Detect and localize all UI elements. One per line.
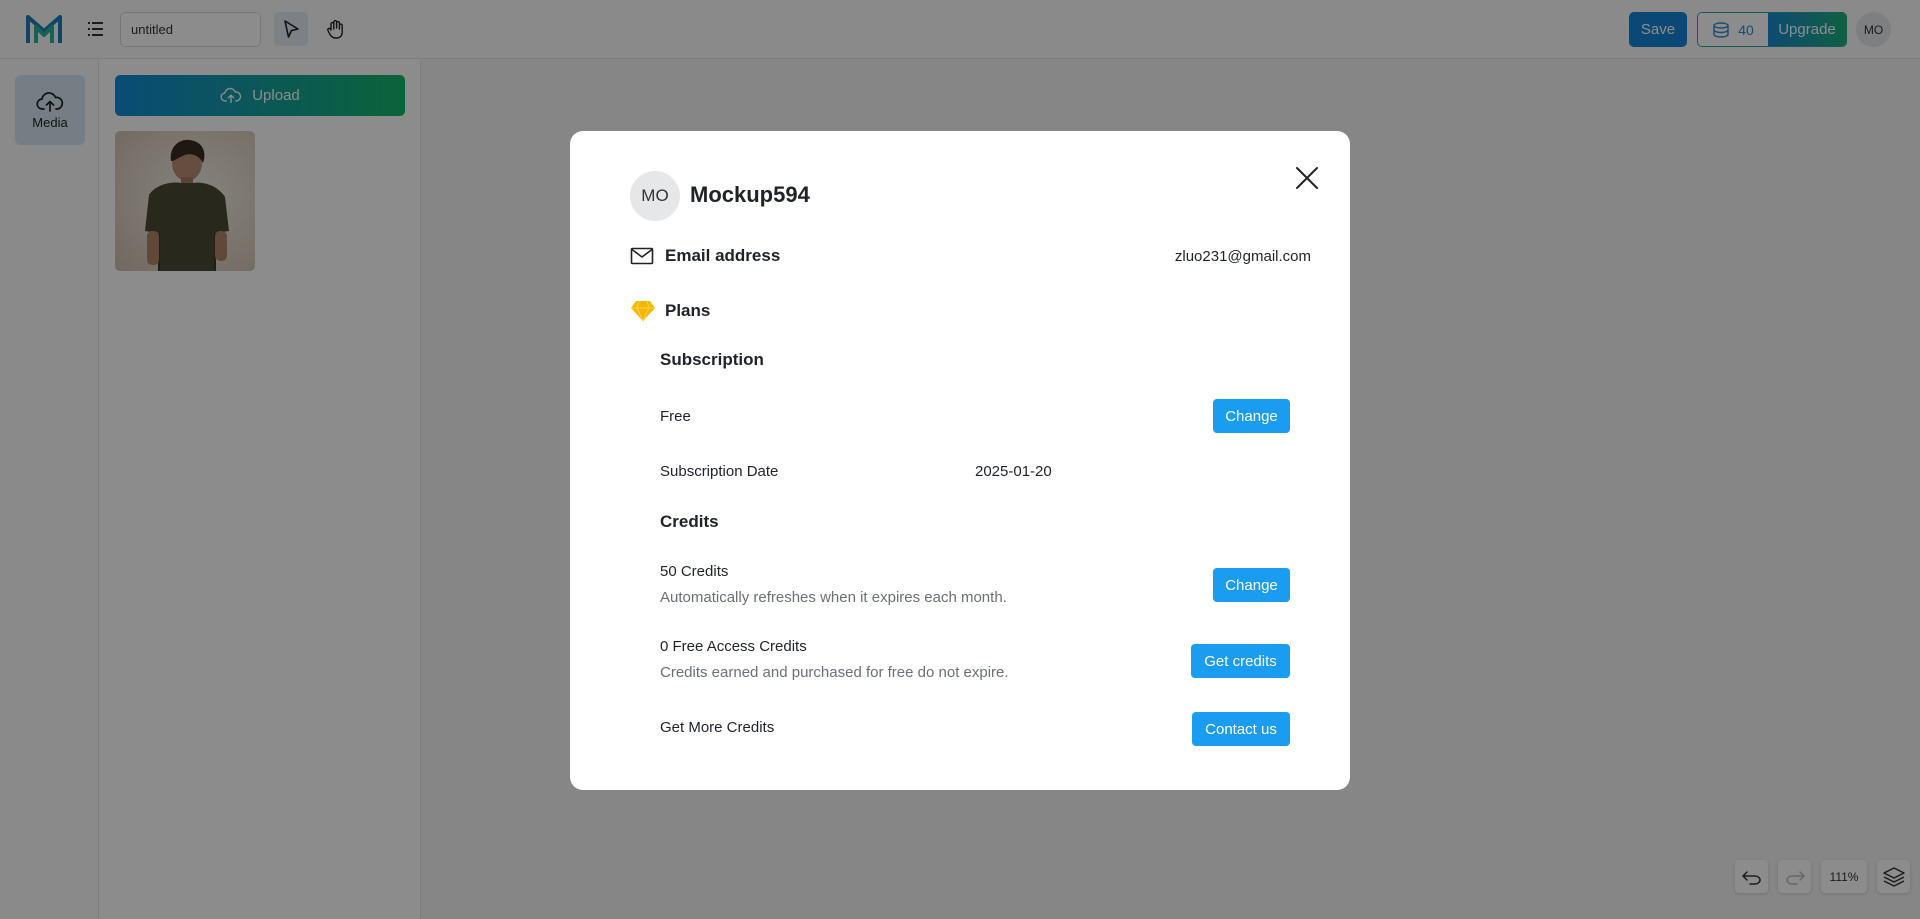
diamond-icon [631,300,655,323]
account-modal: MO Mockup594 Email address zluo231@gmail… [570,131,1350,790]
email-label: Email address [665,246,781,265]
more-credits-label: Get More Credits [660,719,775,736]
email-value: zluo231@gmail.com [1174,248,1311,265]
free-credits: 0 Free Access Credits [660,638,807,655]
change-credits-button[interactable]: Change [1213,568,1290,602]
plan-name: Free [660,408,691,425]
free-credits-description: Credits earned and purchased for free do… [660,664,1009,681]
change-plan-button[interactable]: Change [1213,399,1290,433]
credits-heading: Credits [660,512,719,531]
envelope-icon [630,247,654,265]
subscription-date-label: Subscription Date [660,463,779,480]
subscription-date-value: 2025-01-20 [975,463,1052,480]
contact-us-button[interactable]: Contact us [1192,712,1290,746]
plans-label: Plans [665,301,711,320]
avatar: MO [630,171,680,221]
avatar-initials: MO [641,186,669,205]
subscription-heading: Subscription [660,350,764,369]
get-credits-button[interactable]: Get credits [1191,644,1290,678]
monthly-credits: 50 Credits [660,563,729,580]
monthly-credits-description: Automatically refreshes when it expires … [660,589,1007,606]
username: Mockup594 [690,182,810,207]
close-icon[interactable] [1292,163,1322,193]
